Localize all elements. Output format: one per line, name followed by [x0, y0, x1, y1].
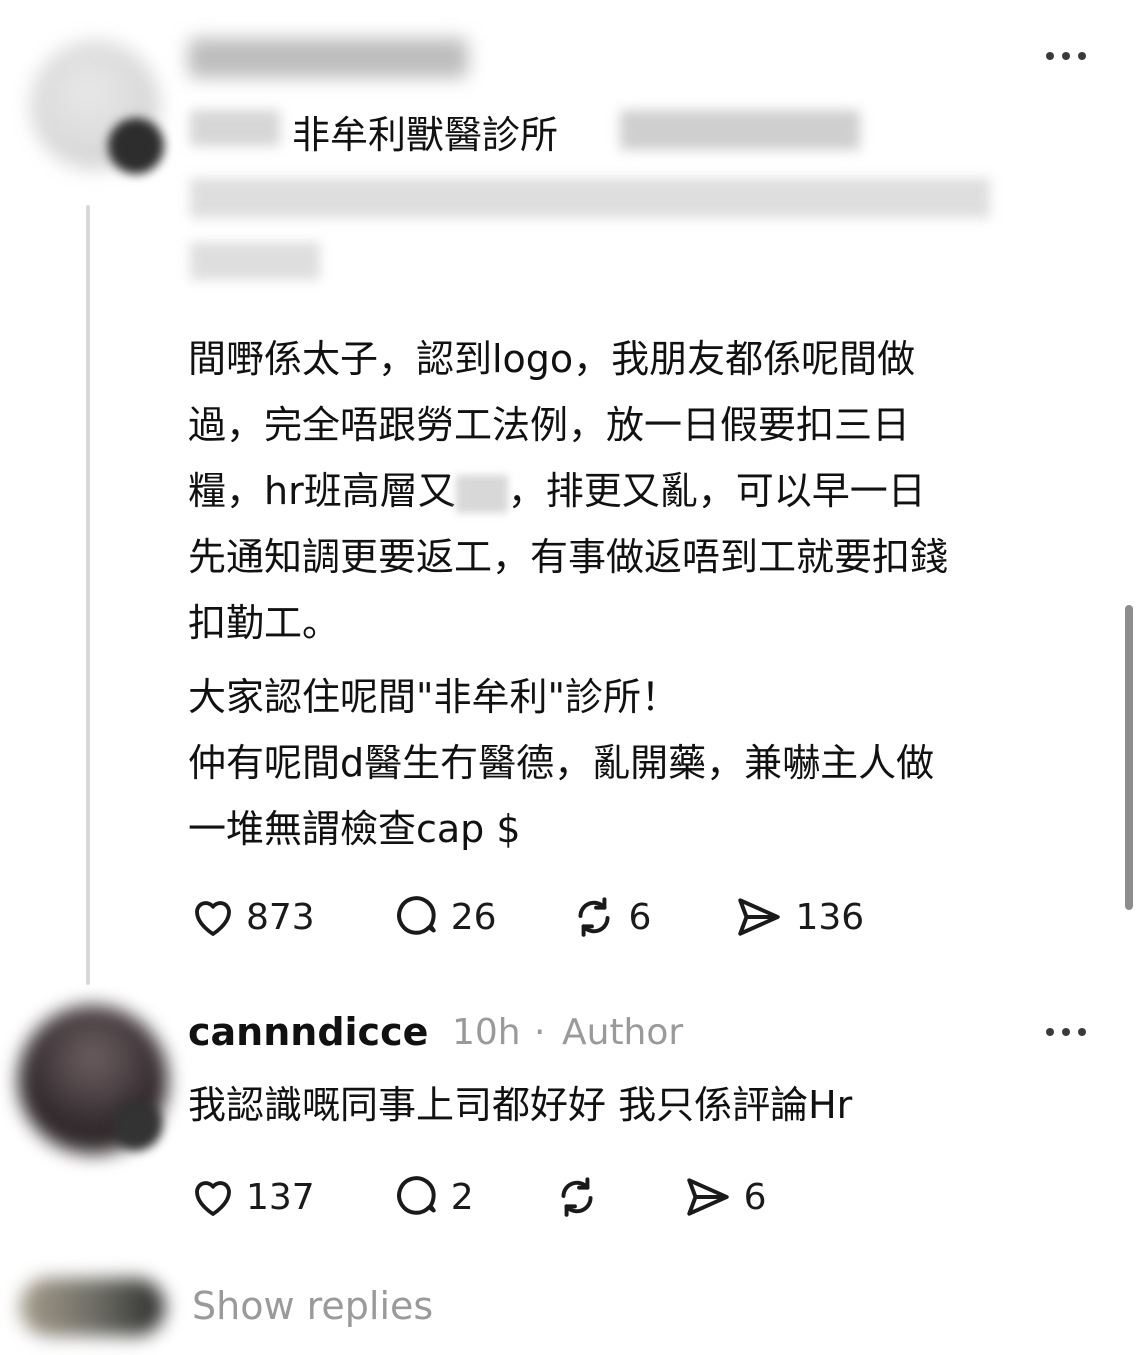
like-button[interactable]: 873 — [188, 893, 315, 941]
clinic-label: 非牟利獸醫診所 — [292, 113, 559, 157]
post-text-line: 仲有呢間d醫生冇醫德，亂開藥，兼嚇主人做 — [188, 741, 935, 785]
like-button[interactable]: 137 — [188, 1173, 315, 1221]
avatar-badge — [112, 1100, 162, 1150]
share-icon — [738, 898, 781, 936]
reply-actions: 137 2 6 — [188, 1172, 767, 1222]
comment-button[interactable]: 26 — [391, 892, 497, 942]
post-text-line: 扣勤工。 — [188, 601, 341, 645]
thread-line — [86, 205, 90, 985]
repost-icon — [578, 897, 610, 937]
repost-count: 6 — [628, 896, 652, 938]
username[interactable] — [188, 38, 468, 78]
like-count: 873 — [246, 896, 315, 938]
redacted-word — [455, 474, 508, 513]
share-button[interactable]: 136 — [731, 892, 864, 942]
post-text-line: 一堆無謂檢查cap $ — [188, 807, 521, 851]
comment-count: 26 — [450, 896, 497, 938]
heart-icon — [195, 901, 231, 936]
reply-username[interactable]: cannndicce — [188, 1010, 428, 1054]
post-text-line: 先通知調更要返工，有事做返唔到工就要扣錢 — [188, 535, 949, 579]
comment-button[interactable]: 2 — [391, 1172, 474, 1222]
show-replies-link[interactable]: Show replies — [192, 1284, 433, 1328]
comment-icon — [396, 896, 436, 935]
share-count: 6 — [743, 1176, 767, 1218]
like-count: 137 — [246, 1176, 315, 1218]
post-actions: 873 26 6 136 — [188, 892, 864, 942]
scrollbar[interactable] — [1125, 605, 1133, 910]
reply-avatars[interactable] — [20, 1278, 165, 1336]
meta-separator: · — [534, 1012, 546, 1053]
comment-count: 2 — [450, 1176, 474, 1218]
repost-button[interactable] — [550, 1172, 604, 1222]
share-count: 136 — [795, 896, 865, 938]
repost-button[interactable]: 6 — [567, 892, 652, 942]
post-text-line: 糧，hr班高層又 ，排更又亂，可以早一日 — [188, 458, 926, 524]
redacted-text — [190, 110, 280, 146]
share-icon — [686, 1178, 729, 1216]
redacted-text — [620, 110, 860, 150]
reply-text: 我認識嘅同事上司都好好 我只係評論Hr — [188, 1083, 853, 1127]
share-button[interactable]: 6 — [680, 1172, 767, 1222]
comment-icon — [396, 1176, 436, 1215]
more-icon[interactable] — [1046, 1028, 1086, 1036]
post-text-line: 大家認住呢間"非牟利"診所！ — [188, 675, 679, 719]
avatar-badge — [108, 118, 164, 174]
post-text-segment: ，排更又亂，可以早一日 — [507, 469, 926, 513]
redacted-text — [190, 178, 990, 218]
post-text-line: 過，完全唔跟勞工法例，放一日假要扣三日 — [188, 403, 911, 447]
repost-icon — [561, 1177, 593, 1217]
post-text-line: 間嘢係太子，認到logo，我朋友都係呢間做 — [188, 337, 916, 381]
post-text-segment: 糧，hr班高層又 — [188, 469, 456, 513]
redacted-text — [190, 242, 320, 280]
heart-icon — [195, 1181, 231, 1216]
reply-time[interactable]: 10h — [452, 1012, 521, 1053]
author-badge: Author — [562, 1012, 684, 1053]
more-icon[interactable] — [1046, 52, 1086, 60]
